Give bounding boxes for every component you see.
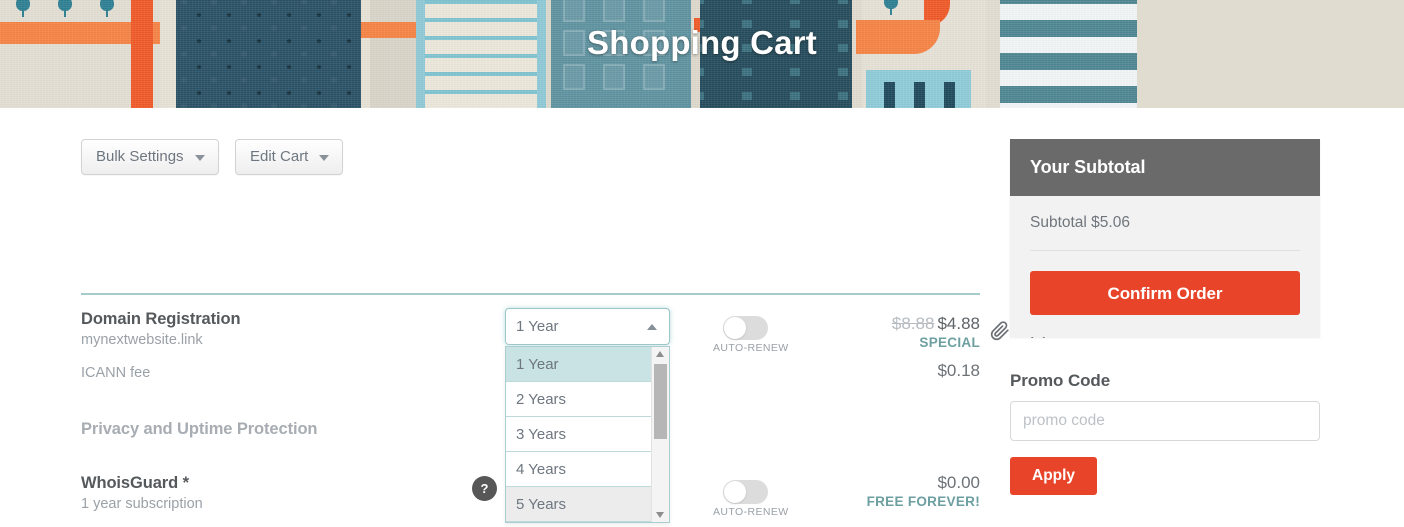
icann-fee-price: $0.18 bbox=[937, 361, 980, 380]
select-trigger[interactable]: 1 Year bbox=[505, 308, 670, 345]
toggle-knob bbox=[723, 317, 746, 339]
domain-price: $8.88 $4.88 SPECIAL bbox=[780, 314, 980, 350]
select-option[interactable]: 4 Years bbox=[506, 452, 669, 487]
autorenew-toggle-whoisguard[interactable]: AUTO-RENEW bbox=[713, 480, 789, 518]
item-name: Domain Registration bbox=[81, 310, 241, 328]
scroll-up-arrow-icon[interactable] bbox=[652, 347, 669, 361]
cart-toolbar: Bulk Settings Edit Cart bbox=[81, 139, 344, 175]
select-value: 1 Year bbox=[516, 318, 559, 335]
subtotal-heading: Your Subtotal bbox=[1010, 139, 1320, 196]
icann-fee-price-col: $0.18 bbox=[780, 361, 980, 381]
price-original: $8.88 bbox=[891, 314, 935, 333]
toggle-switch[interactable] bbox=[722, 480, 768, 504]
autorenew-toggle-domain[interactable]: AUTO-RENEW bbox=[713, 316, 789, 354]
price-current: $0.00 bbox=[937, 473, 980, 492]
table-row: Domain Registration mynextwebsite.link A… bbox=[81, 308, 1046, 523]
scrollbar-thumb[interactable] bbox=[654, 364, 667, 439]
special-badge: SPECIAL bbox=[919, 335, 980, 350]
registration-period-select[interactable]: 1 Year 1 Year 2 Years 3 Years 4 Years 5 … bbox=[505, 308, 670, 523]
bulk-settings-button[interactable]: Bulk Settings bbox=[81, 139, 219, 175]
item-domain: mynextwebsite.link bbox=[81, 332, 203, 348]
item-name: WhoisGuard * bbox=[81, 474, 189, 492]
privacy-section-info: Privacy and Uptime Protection bbox=[81, 419, 541, 439]
whoisguard-info: WhoisGuard * 1 year subscription bbox=[81, 473, 461, 514]
toggle-knob bbox=[723, 481, 746, 503]
select-option[interactable]: 3 Years bbox=[506, 417, 669, 452]
shopping-cart-page: Shopping Cart Bulk Settings Edit Cart Do… bbox=[0, 0, 1404, 527]
order-sidebar: Your Subtotal Subtotal $5.06 Confirm Ord… bbox=[1010, 139, 1320, 495]
whoisguard-price: $0.00 FREE FOREVER! bbox=[780, 473, 980, 509]
subtotal-card: Your Subtotal Subtotal $5.06 Confirm Ord… bbox=[1010, 139, 1320, 337]
confirm-order-button[interactable]: Confirm Order bbox=[1030, 271, 1300, 315]
edit-cart-button[interactable]: Edit Cart bbox=[235, 139, 344, 175]
section-divider bbox=[81, 293, 980, 295]
select-option[interactable]: 1 Year bbox=[506, 347, 669, 382]
chevron-down-icon bbox=[194, 155, 205, 161]
free-forever-badge: FREE FOREVER! bbox=[866, 494, 980, 509]
promo-code-label: Promo Code bbox=[1010, 371, 1111, 390]
subtotal-body: Subtotal $5.06 Confirm Order bbox=[1010, 196, 1320, 337]
autorenew-label: AUTO-RENEW bbox=[713, 342, 789, 354]
promo-code-input[interactable] bbox=[1010, 401, 1320, 441]
options-scrollbar[interactable] bbox=[651, 347, 669, 522]
main-content: Bulk Settings Edit Cart Domain Registrat… bbox=[0, 108, 1404, 527]
bulk-settings-label: Bulk Settings bbox=[96, 148, 184, 165]
item-subscription: 1 year subscription bbox=[81, 496, 203, 512]
select-options-list[interactable]: 1 Year 2 Years 3 Years 4 Years 5 Years bbox=[505, 346, 670, 523]
domain-registration-info: Domain Registration mynextwebsite.link bbox=[81, 309, 461, 350]
cart-items: Domain Registration mynextwebsite.link A… bbox=[81, 308, 1046, 527]
chevron-up-icon bbox=[647, 323, 657, 330]
select-option[interactable]: 5 Years bbox=[506, 487, 669, 522]
toggle-switch[interactable] bbox=[722, 316, 768, 340]
edit-cart-label: Edit Cart bbox=[250, 148, 309, 165]
hero-banner: Shopping Cart bbox=[0, 0, 1404, 108]
price-current: $4.88 bbox=[937, 314, 980, 333]
autorenew-label: AUTO-RENEW bbox=[713, 506, 789, 518]
page-title: Shopping Cart bbox=[587, 24, 817, 61]
icann-fee-label: ICANN fee bbox=[81, 365, 151, 381]
icann-fee-info: ICANN fee bbox=[81, 365, 461, 381]
scroll-down-arrow-icon[interactable] bbox=[652, 508, 669, 522]
select-option[interactable]: 2 Years bbox=[506, 382, 669, 417]
subtotal-amount: Subtotal $5.06 bbox=[1030, 214, 1300, 251]
apply-promo-button[interactable]: Apply bbox=[1010, 457, 1098, 495]
section-heading: Privacy and Uptime Protection bbox=[81, 420, 318, 438]
chevron-down-icon bbox=[319, 155, 330, 161]
whoisguard-help-icon[interactable]: ? bbox=[472, 476, 497, 501]
